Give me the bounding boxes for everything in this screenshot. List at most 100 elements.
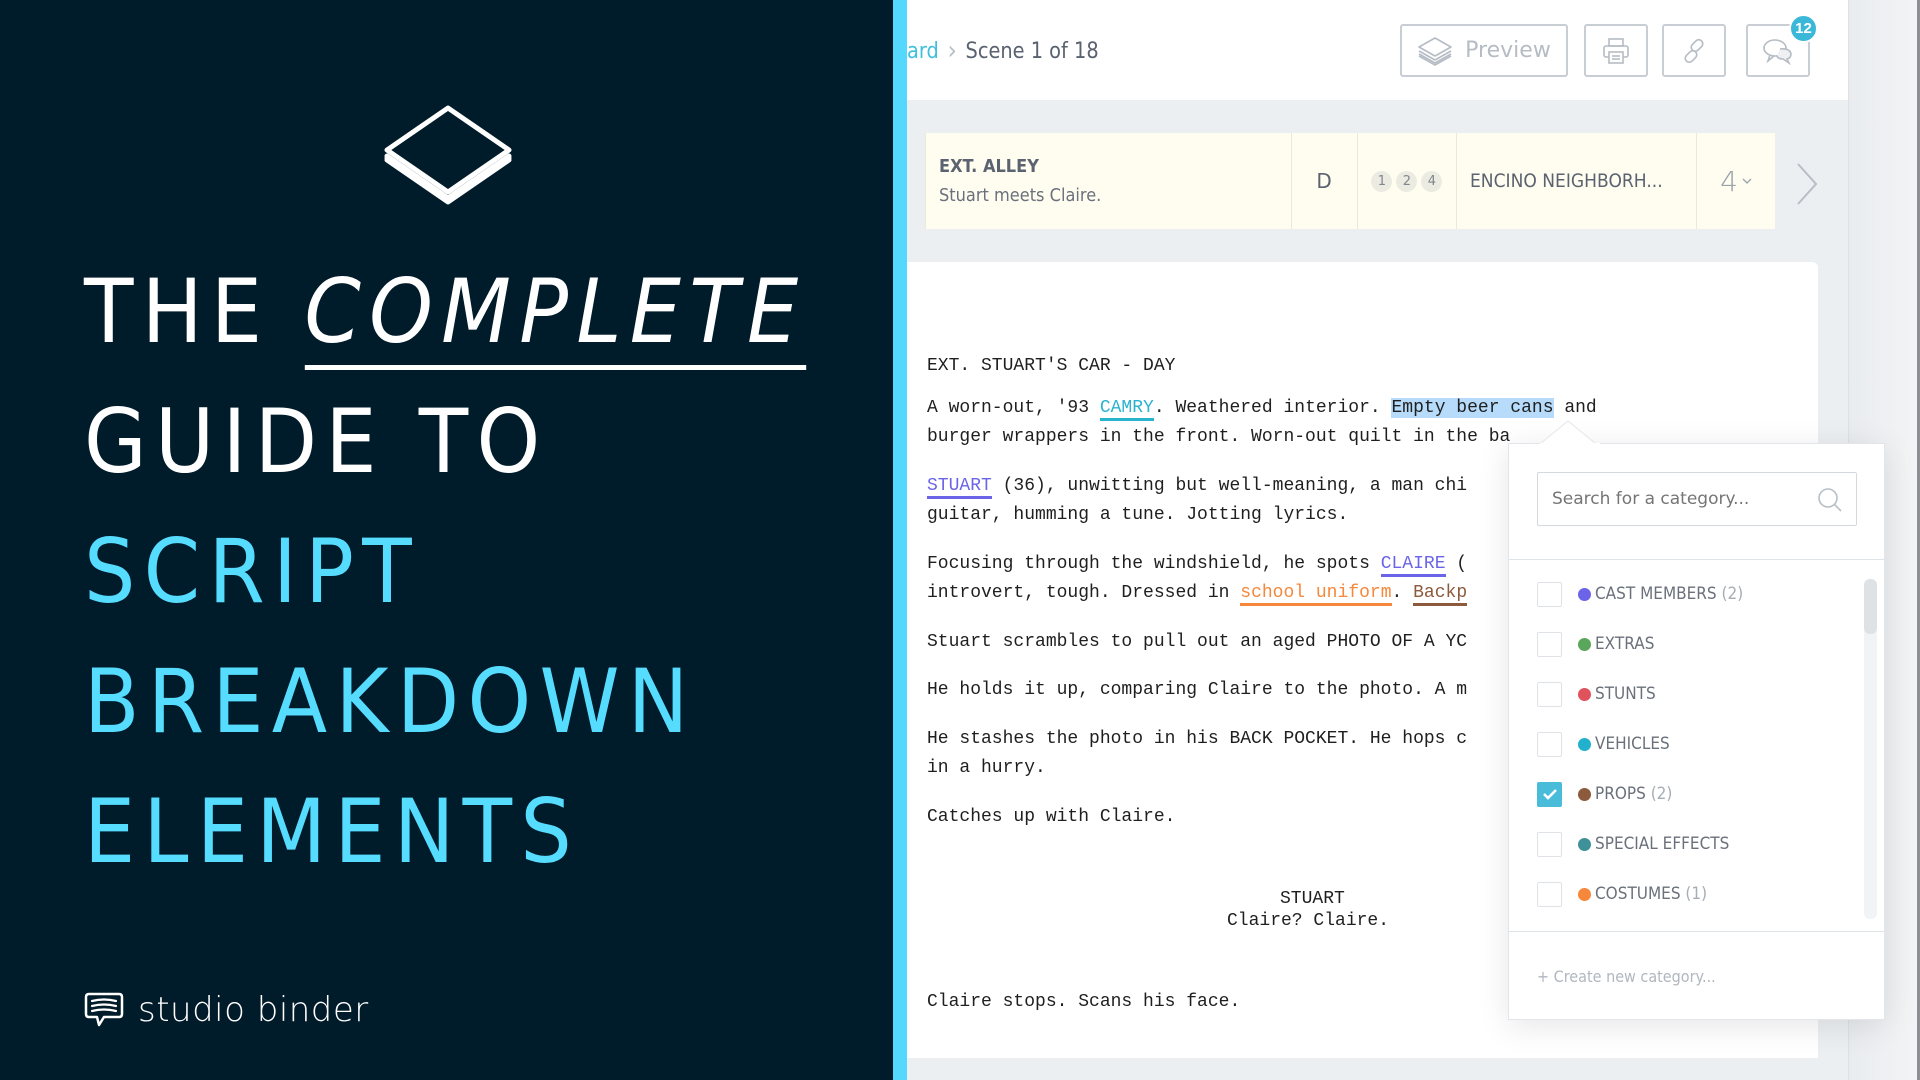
category-checkbox[interactable]: [1537, 831, 1562, 857]
category-color-dot: [1578, 637, 1591, 651]
category-checkbox[interactable]: [1537, 581, 1562, 607]
category-item-extras[interactable]: EXTRAS: [1537, 631, 1661, 657]
location-name: ENCINO NEIGHBORH...: [1470, 170, 1664, 192]
category-color-dot: [1578, 787, 1591, 801]
text: introvert, tough. Dressed in: [927, 583, 1241, 603]
hero-title-emphasis: COMPLETE: [304, 260, 807, 370]
category-color-dot: [1578, 837, 1591, 851]
brand-logo: studio binder: [84, 990, 369, 1030]
chevron-right-icon: ›: [947, 36, 957, 66]
category-checkbox[interactable]: [1537, 731, 1562, 757]
popup-pointer: [1540, 420, 1600, 446]
category-checkbox[interactable]: [1537, 631, 1562, 657]
category-color-dot: [1578, 887, 1591, 901]
hero-title-line-4: BREAKDOWN: [84, 650, 697, 753]
preview-button[interactable]: Preview: [1400, 24, 1568, 77]
cast-id-chip: 1: [1371, 170, 1393, 192]
tagged-element-prop[interactable]: Backp: [1413, 583, 1468, 606]
hero-title-line-2: GUIDE TO: [84, 390, 549, 493]
layers-icon: [384, 105, 512, 205]
divider: [1509, 931, 1884, 932]
category-search-input[interactable]: [1552, 489, 1802, 509]
day-night-cell: D: [1292, 133, 1358, 229]
category-color-dot: [1578, 737, 1591, 751]
category-count: (2): [1650, 784, 1673, 804]
brand-name: studio binder: [138, 990, 369, 1030]
scene-heading-cell: EXT. ALLEY Stuart meets Claire.: [926, 133, 1292, 229]
category-name: CAST MEMBERS: [1595, 584, 1717, 604]
category-scrollbar-thumb[interactable]: [1864, 579, 1877, 634]
slugline: EXT. STUART'S CAR - DAY: [927, 356, 1176, 376]
category-checkbox[interactable]: [1537, 881, 1562, 907]
cast-id-chip: 4: [1421, 170, 1443, 192]
category-color-dot: [1578, 587, 1591, 601]
category-search-field[interactable]: [1537, 472, 1857, 526]
action-line: Focusing through the windshield, he spot…: [927, 550, 1467, 579]
category-item-stunts[interactable]: STUNTS: [1537, 681, 1663, 707]
chat-bubble-logo-icon: [84, 992, 124, 1027]
breadcrumb: ard › Scene 1 of 18: [907, 36, 1099, 66]
category-name: STUNTS: [1595, 684, 1656, 704]
dialogue-line: Claire? Claire.: [1227, 911, 1390, 931]
comment-count-badge: 12: [1789, 14, 1818, 43]
category-item-cast-members[interactable]: CAST MEMBERS (2): [1537, 581, 1760, 607]
text: (: [1445, 554, 1468, 574]
category-item-vehicles[interactable]: VEHICLES: [1537, 731, 1678, 757]
cast-id-chip: 2: [1396, 170, 1418, 192]
category-label: COSTUMES (1): [1595, 884, 1707, 904]
category-label: CAST MEMBERS (2): [1595, 584, 1743, 604]
category-checkbox[interactable]: [1537, 681, 1562, 707]
scene-strip[interactable]: EXT. ALLEY Stuart meets Claire. D 1 2 4 …: [925, 133, 1775, 229]
category-popup: CAST MEMBERS (2) EXTRAS STUNTS VEHICLES P…: [1508, 443, 1885, 1020]
pages-dropdown[interactable]: 4: [1697, 133, 1775, 229]
breadcrumb-link[interactable]: ard: [907, 39, 939, 64]
hero-panel: THE COMPLETE GUIDE TO SCRIPT BREAKDOWN E…: [0, 0, 893, 1080]
category-item-costumes[interactable]: COSTUMES (1): [1537, 881, 1720, 907]
scene-description: Stuart meets Claire.: [939, 185, 1102, 206]
create-category-link[interactable]: + Create new category...: [1537, 967, 1716, 986]
category-label: PROPS (2): [1595, 784, 1672, 804]
tagged-element-costume[interactable]: school uniform: [1240, 583, 1392, 606]
print-button[interactable]: [1584, 24, 1648, 77]
category-name: SPECIAL EFFECTS: [1595, 834, 1730, 854]
action-line: Catches up with Claire.: [927, 807, 1176, 827]
action-line: He stashes the photo in his BACK POCKET.…: [927, 729, 1468, 749]
share-link-button[interactable]: [1662, 24, 1726, 77]
hero-title-line-1: THE COMPLETE: [84, 260, 807, 370]
hero-title-prefix: THE: [84, 260, 305, 363]
category-color-dot: [1578, 687, 1591, 701]
preview-label: Preview: [1465, 38, 1551, 63]
category-item-props[interactable]: PROPS (2): [1537, 781, 1681, 807]
text: .: [1391, 583, 1414, 603]
tagged-element-vehicle[interactable]: CAMRY: [1099, 398, 1154, 421]
scene-heading: EXT. ALLEY: [939, 156, 1039, 177]
category-name: VEHICLES: [1595, 734, 1670, 754]
next-scene-arrow-icon[interactable]: [1795, 162, 1819, 206]
category-checkbox[interactable]: [1537, 781, 1562, 807]
hero-title-line-3: SCRIPT: [84, 520, 421, 623]
text: Focusing through the windshield, he spot…: [927, 554, 1381, 574]
chevron-down-icon: [1742, 178, 1752, 184]
layers-icon: [1418, 36, 1452, 66]
link-icon: [1684, 38, 1704, 63]
tagged-element-cast[interactable]: CLAIRE: [1380, 554, 1446, 577]
text: A worn-out, '93: [927, 398, 1100, 418]
action-line: burger wrappers in the front. Worn-out q…: [927, 427, 1511, 447]
category-item-special-effects[interactable]: SPECIAL EFFECTS: [1537, 831, 1744, 857]
search-icon[interactable]: [1816, 486, 1844, 514]
location-cell: ENCINO NEIGHBORH...: [1457, 133, 1698, 229]
category-label: EXTRAS: [1595, 634, 1654, 654]
action-line: STUART (36), unwitting but well-meaning,…: [927, 472, 1467, 501]
accent-stripe: [893, 0, 907, 1080]
action-line: in a hurry.: [927, 758, 1046, 778]
action-line: He holds it up, comparing Claire to the …: [927, 680, 1468, 700]
category-name: PROPS: [1595, 784, 1646, 804]
action-line: Claire stops. Scans his face.: [927, 992, 1241, 1012]
top-bar: ard › Scene 1 of 18 Preview 12: [907, 0, 1848, 100]
category-label: STUNTS: [1595, 684, 1656, 704]
category-label: VEHICLES: [1595, 734, 1670, 754]
cast-cell: 1 2 4: [1358, 133, 1458, 229]
tagged-element-cast[interactable]: STUART: [927, 476, 992, 499]
category-name: COSTUMES: [1595, 884, 1681, 904]
selected-text[interactable]: Empty beer cans: [1391, 398, 1554, 418]
